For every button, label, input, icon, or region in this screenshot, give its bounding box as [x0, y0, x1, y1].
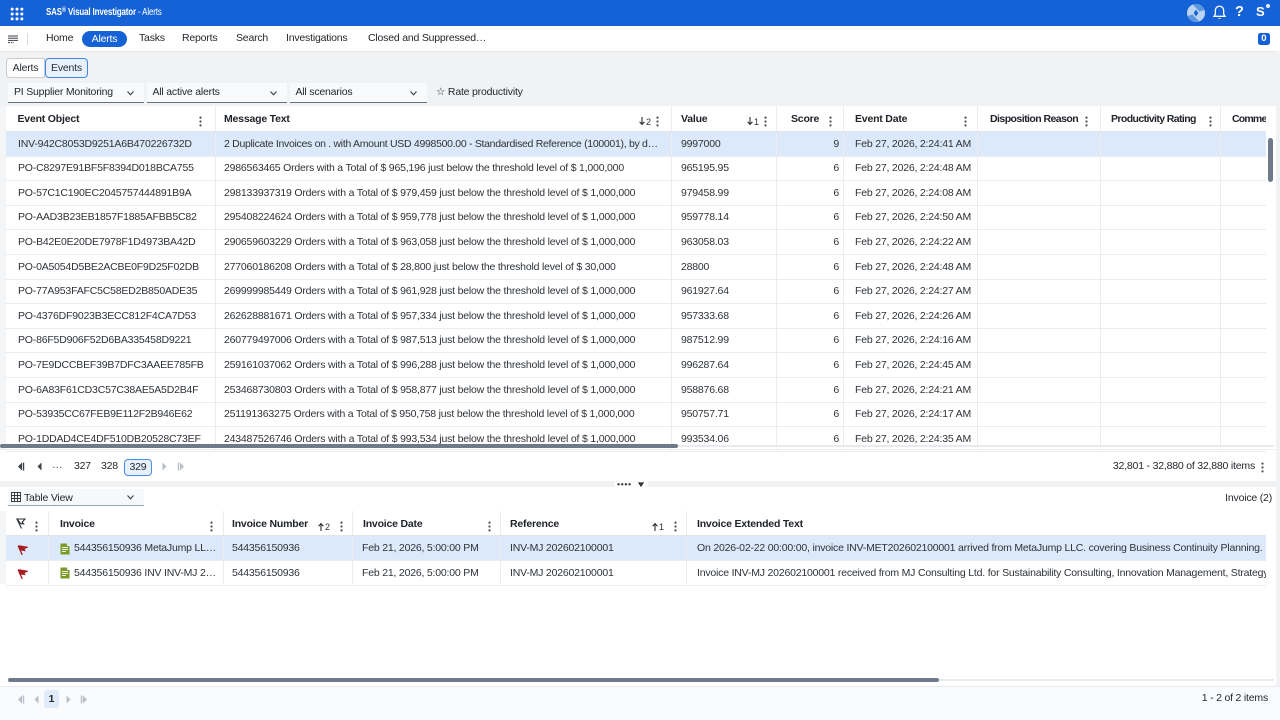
svg-text:1: 1 — [754, 117, 759, 127]
svg-text:2: 2 — [646, 117, 651, 127]
svg-text:1: 1 — [659, 522, 664, 532]
svg-text:2: 2 — [325, 522, 330, 532]
